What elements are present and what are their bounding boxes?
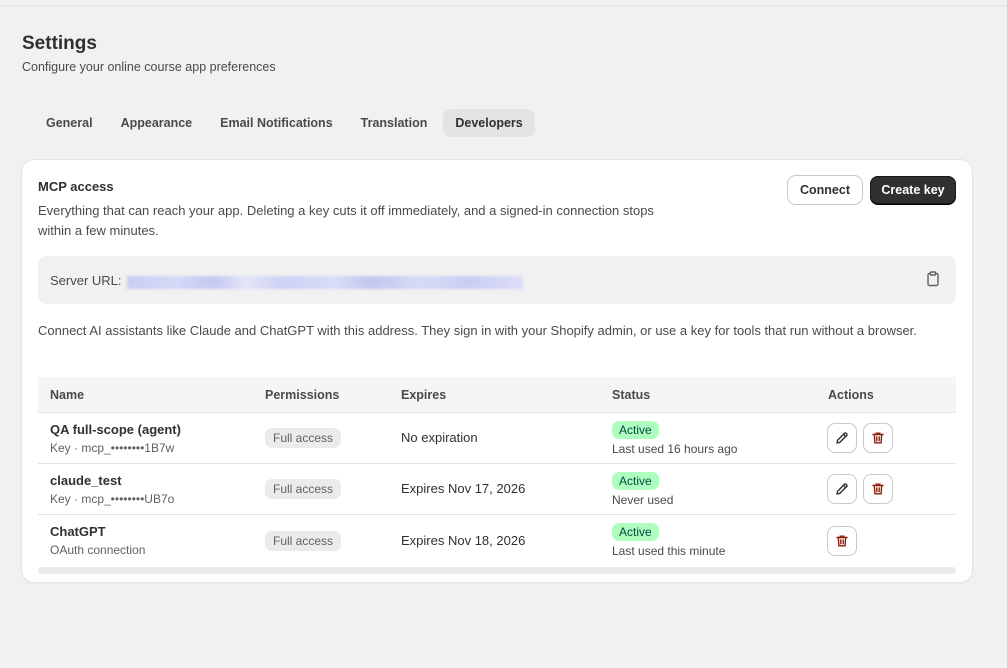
server-url-value-redacted (127, 276, 523, 289)
table-header: Name Permissions Expires Status Actions (38, 377, 956, 413)
delete-button[interactable] (828, 526, 856, 555)
table-horizontal-scrollbar[interactable] (38, 567, 956, 574)
tab-email-notifications[interactable]: Email Notifications (208, 109, 345, 137)
edit-button[interactable] (828, 424, 856, 452)
last-used-text: Last used 16 hours ago (612, 441, 738, 456)
top-divider (0, 5, 1007, 6)
connect-button[interactable]: Connect (788, 176, 862, 204)
page-title: Settings (22, 33, 97, 54)
keys-table: Name Permissions Expires Status Actions … (38, 377, 956, 566)
tab-translation[interactable]: Translation (349, 109, 440, 137)
settings-tabs: General Appearance Email Notifications T… (34, 109, 535, 137)
delete-button[interactable] (864, 424, 892, 452)
pencil-icon (836, 432, 848, 444)
clipboard-icon[interactable] (924, 270, 942, 288)
trash-icon (872, 483, 884, 495)
expiry-text: Expires Nov 17, 2026 (401, 481, 526, 496)
permission-badge: Full access (265, 479, 342, 499)
header-status: Status (612, 387, 651, 402)
last-used-text: Last used this minute (612, 544, 726, 558)
key-identifier: Key · mcp_••••••••1B7w (50, 440, 175, 455)
edit-button[interactable] (828, 475, 856, 503)
delete-button[interactable] (864, 475, 892, 503)
header-actions: Actions (828, 387, 874, 402)
permission-badge: Full access (265, 428, 342, 448)
connection-help-text: Connect AI assistants like Claude and Ch… (38, 323, 917, 338)
card-title: MCP access (38, 179, 114, 194)
card-description: Everything that can reach your app. Dele… (38, 203, 654, 238)
expiry-text: Expires Nov 18, 2026 (401, 532, 526, 548)
tab-developers[interactable]: Developers (443, 109, 535, 137)
server-url-label: Server URL: (50, 273, 122, 288)
trash-icon (872, 432, 884, 444)
create-key-button[interactable]: Create key (870, 176, 956, 204)
header-name: Name (50, 387, 85, 402)
mcp-access-card: MCP access Everything that can reach you… (22, 160, 972, 582)
status-badge: Active (612, 420, 659, 439)
last-used-text: Never used (612, 492, 674, 507)
key-identifier: Key · mcp_••••••••UB7o (50, 491, 175, 506)
header-permissions: Permissions (265, 387, 340, 402)
pencil-icon (836, 483, 848, 495)
expiry-text: No expiration (401, 430, 478, 445)
status-badge: Active (612, 471, 659, 490)
page-subtitle: Configure your online course app prefere… (22, 60, 276, 74)
key-name: claude_test (50, 472, 122, 488)
key-identifier: OAuth connection (50, 543, 146, 557)
permission-badge: Full access (265, 530, 342, 551)
table-row: claude_test Key · mcp_••••••••UB7o Full … (38, 464, 956, 515)
server-url-box: Server URL: (38, 256, 956, 304)
tab-general[interactable]: General (34, 109, 105, 137)
trash-icon (836, 535, 848, 546)
status-badge: Active (612, 523, 659, 541)
header-expires: Expires (401, 387, 447, 402)
key-name: ChatGPT (50, 524, 106, 539)
tab-appearance[interactable]: Appearance (109, 109, 205, 137)
key-name: QA full-scope (agent) (50, 421, 181, 437)
table-row: ChatGPT OAuth connection Full access Exp… (38, 515, 956, 566)
table-row: QA full-scope (agent) Key · mcp_••••••••… (38, 413, 956, 464)
